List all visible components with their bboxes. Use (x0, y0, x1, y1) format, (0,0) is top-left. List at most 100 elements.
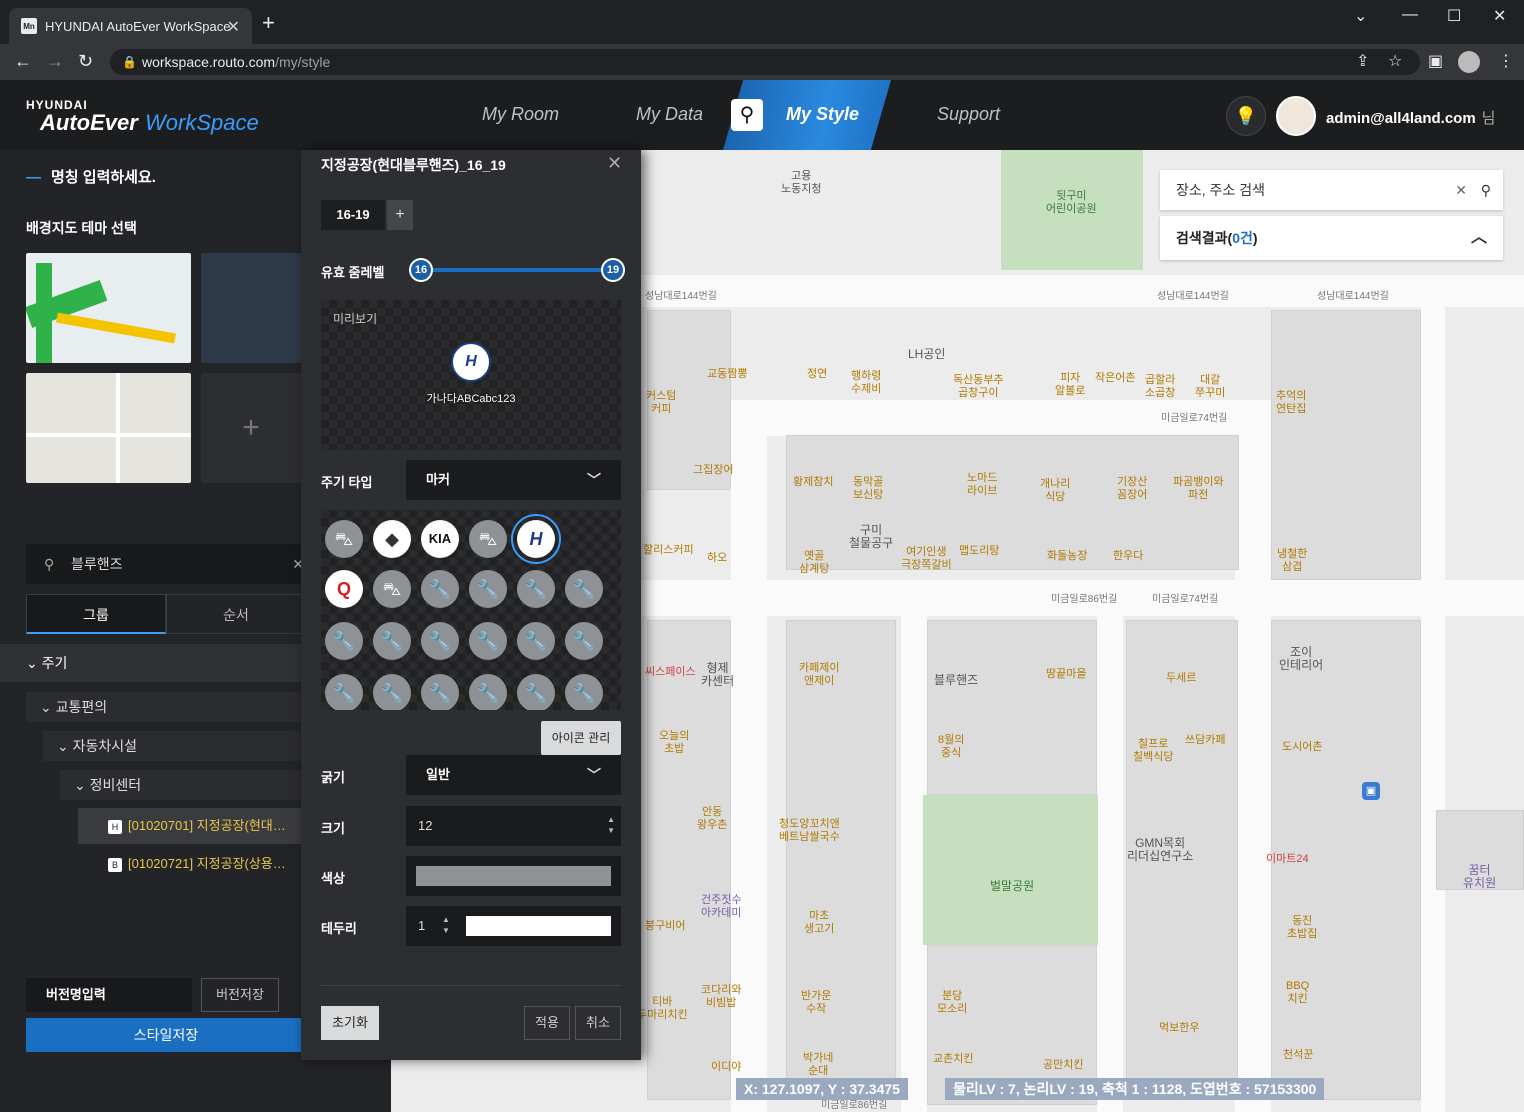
map-poi[interactable]: 냉철한 삼겹 (1277, 548, 1307, 574)
version-name-input[interactable]: 버전명입력 (26, 978, 192, 1012)
map-poi[interactable]: 행하령 수제비 (851, 370, 881, 396)
map-poi[interactable]: 8월의 중식 (938, 734, 964, 760)
cancel-button[interactable]: 취소 (575, 1006, 621, 1040)
border-color-swatch[interactable] (466, 916, 611, 936)
map-poi[interactable]: 작은어촌 (1095, 372, 1135, 385)
version-save-button[interactable]: 버전저장 (201, 978, 279, 1012)
map-poi[interactable]: 피자 알볼로 (1055, 372, 1085, 398)
bus-stop-icon[interactable]: ▣ (1362, 782, 1380, 800)
map-poi[interactable]: 씨스페이스 (645, 666, 696, 679)
wrench-icon[interactable]: 🔧 (373, 674, 411, 710)
map-poi[interactable]: 카페제이 앤제이 (799, 662, 839, 688)
user-email[interactable]: admin@all4land.com 님 (1326, 107, 1495, 128)
share-icon[interactable]: ⇪ (1356, 51, 1369, 71)
map-poi[interactable]: 칠프로 칠백식당 (1133, 738, 1173, 764)
map-poi[interactable]: 코다리와 비빔밥 (701, 984, 741, 1010)
wrench-icon[interactable]: 🔧 (421, 622, 459, 660)
map-poi[interactable]: 개나리 식당 (1040, 478, 1070, 504)
wrench-icon[interactable]: 🔧 (517, 674, 555, 710)
map-poi[interactable]: 붕구비어 (645, 920, 685, 933)
map-poi[interactable]: 안동 왕우촌 (697, 806, 727, 832)
zoom-tab[interactable]: 16-19 (321, 200, 385, 230)
wrench-icon[interactable]: 🔧 (469, 674, 507, 710)
place-search-input[interactable]: 장소, 주소 검색 ✕ ⚲ (1160, 170, 1503, 210)
tab-group[interactable]: 그룹 (26, 594, 166, 634)
map-poi[interactable]: 이디야 (711, 1061, 741, 1074)
name-input[interactable]: — 명칭 입력하세요. (26, 166, 156, 187)
map-poi[interactable]: 할리스커피 (643, 544, 694, 557)
map-poi[interactable]: 교촌치킨 (933, 1053, 973, 1066)
search-result-toggle[interactable]: 검색결과(0건) ︿ (1160, 216, 1503, 260)
wrench-icon[interactable]: 🔧 (517, 570, 555, 608)
maximize-button[interactable]: ☐ (1447, 6, 1461, 26)
layer-search-input[interactable]: ⚲ 블루핸즈 ✕ (26, 544, 306, 584)
clear-icon[interactable]: ✕ (1455, 170, 1467, 210)
car-icon[interactable]: ⛍ (469, 520, 507, 558)
map-poi[interactable]: 쓰담카페 (1185, 734, 1225, 747)
zoom-min-handle[interactable]: 16 (409, 258, 433, 282)
sidepanel-icon[interactable]: ▣ (1428, 51, 1443, 71)
zoom-slider[interactable] (421, 268, 615, 272)
search-icon[interactable]: ⚲ (1481, 170, 1491, 210)
tab-search-icon[interactable]: ⌄ (1354, 6, 1367, 26)
map-poi[interactable]: 천석꾼 (1283, 1049, 1313, 1062)
theme-thumb-2[interactable] (201, 253, 301, 363)
menu-my-data[interactable]: My Data (636, 104, 703, 125)
map-poi[interactable]: 독산동부추 곱창구이 (953, 374, 1004, 400)
theme-thumb-1[interactable] (26, 253, 191, 363)
address-bar[interactable]: 🔒 workspace.routo.com/my/style (110, 49, 1420, 75)
spin-arrows-icon[interactable]: ▲ ▼ (442, 914, 450, 936)
wrench-icon[interactable]: 🔧 (421, 674, 459, 710)
map-poi[interactable]: 한우다 (1113, 550, 1143, 563)
close-icon[interactable]: ✕ (607, 153, 622, 174)
menu-my-style[interactable]: My Style (786, 104, 859, 125)
car-icon[interactable]: ⛍ (325, 520, 363, 558)
map-poi[interactable]: 땅끝마을 (1046, 668, 1086, 681)
map-poi[interactable]: 곱할라 소곱창 (1145, 374, 1175, 400)
q-icon[interactable]: Q (325, 570, 363, 608)
map-poi[interactable]: 두세르 (1166, 672, 1196, 685)
map-poi[interactable]: 노마드 라이브 (967, 472, 997, 498)
map-poi[interactable]: 화돌농장 (1047, 550, 1087, 563)
tab-order[interactable]: 순서 (166, 594, 306, 634)
map-poi[interactable]: 추억의 연탄집 (1276, 390, 1306, 416)
map-poi[interactable]: 청도양꼬치앤 베트남쌀국수 (779, 818, 840, 844)
menu-support[interactable]: Support (937, 104, 1000, 125)
wrench-icon[interactable]: 🔧 (469, 570, 507, 608)
tree-node-traffic[interactable]: ⌄ 교통편의 (26, 692, 306, 722)
map-poi[interactable]: 동막골 보신탕 (853, 476, 883, 502)
reset-button[interactable]: 초기화 (321, 1006, 379, 1040)
map-poi[interactable]: BBQ 치킨 (1286, 980, 1309, 1006)
map-poi[interactable]: 먹보한우 (1159, 1022, 1199, 1035)
kia-icon[interactable]: KIA (421, 520, 459, 558)
minimize-button[interactable]: — (1402, 6, 1418, 24)
map-poi[interactable]: 커스텀 커피 (646, 390, 676, 416)
tree-item[interactable]: B [01020721] 지정공장(상용… (78, 846, 306, 882)
browser-tab[interactable]: Mn HYUNDAI AutoEver WorkSpace ✕ (9, 8, 252, 44)
spin-arrows-icon[interactable]: ▲ ▼ (607, 814, 615, 836)
map-poi[interactable]: 박가네 순대 (803, 1052, 833, 1078)
map-poi[interactable]: 그집장어 (693, 464, 733, 477)
map-poi[interactable]: 맵도리탕 (959, 545, 999, 558)
new-tab-button[interactable]: + (262, 12, 275, 34)
tree-node-repair[interactable]: ⌄ 정비센터 (60, 770, 306, 800)
map-poi[interactable]: 기장산 꼼장어 (1117, 476, 1147, 502)
map-poi[interactable]: 정연 (807, 368, 827, 381)
map-poi[interactable]: 파곰뱅이와 파전 (1173, 476, 1224, 502)
wrench-icon[interactable]: 🔧 (565, 674, 603, 710)
apply-button[interactable]: 적용 (524, 1006, 570, 1040)
car-icon[interactable]: ⛍ (373, 570, 411, 608)
zoom-max-handle[interactable]: 19 (601, 258, 625, 282)
lightbulb-icon[interactable]: 💡 (1226, 96, 1266, 136)
add-tab-button[interactable]: + (387, 200, 413, 230)
map-poi[interactable]: 황제참치 (793, 476, 833, 489)
reload-icon[interactable]: ↻ (78, 51, 93, 72)
map-poi[interactable]: 이마트24 (1266, 853, 1309, 866)
map-poi[interactable]: 교동짬뽕 (707, 368, 747, 381)
collapse-icon[interactable]: — (26, 169, 41, 186)
wrench-icon[interactable]: 🔧 (325, 622, 363, 660)
wrench-icon[interactable]: 🔧 (517, 622, 555, 660)
border-stepper[interactable]: 1 ▲ ▼ (406, 906, 621, 946)
map-poi[interactable]: 도시어촌 (1282, 741, 1322, 754)
menu-my-room[interactable]: My Room (482, 104, 559, 125)
